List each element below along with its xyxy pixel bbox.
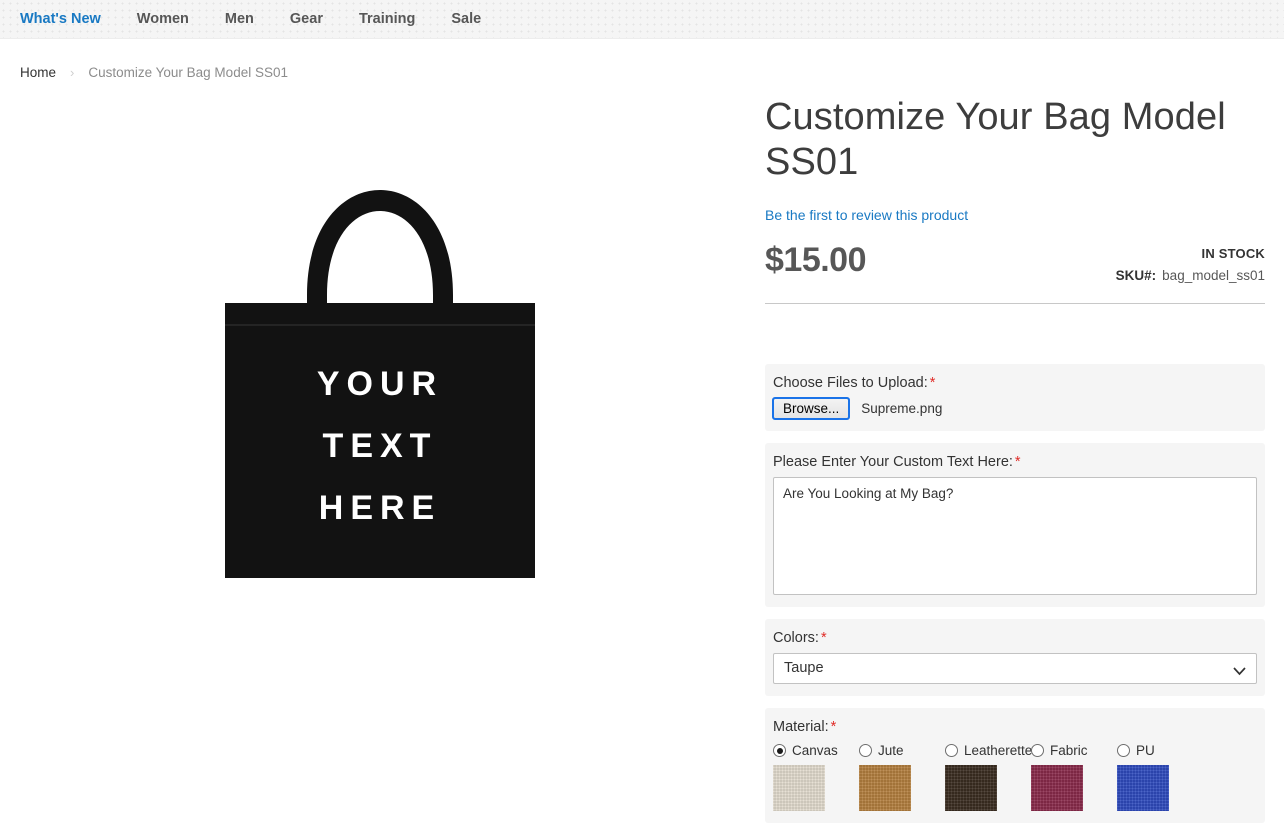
material-label-fabric: Fabric	[1050, 743, 1088, 759]
sku-label: SKU#:	[1115, 267, 1157, 283]
nav-item-training[interactable]: Training	[341, 0, 433, 38]
material-option-fabric[interactable]: Fabric	[1031, 742, 1103, 811]
material-option-canvas[interactable]: Canvas	[773, 742, 845, 811]
swatch-jute[interactable]	[859, 764, 911, 811]
required-asterisk: *	[830, 718, 837, 735]
radio-canvas[interactable]	[773, 744, 786, 758]
file-input-row: Browse... Supreme.png	[771, 396, 1257, 420]
colors-label: Colors: *	[773, 630, 1257, 646]
material-option-pu[interactable]: PU	[1117, 742, 1189, 811]
colors-select-wrapper: Taupe	[773, 652, 1257, 684]
breadcrumb-home-link[interactable]: Home	[20, 65, 56, 80]
sku-value: bag_model_ss01	[1162, 267, 1265, 283]
material-choice-list: Canvas Jute Leatherette Fabric PU	[773, 742, 1257, 811]
material-radio-row: Leatherette	[945, 742, 1032, 760]
tote-bag-image[interactable]: YOUR TEXT HERE	[215, 95, 545, 585]
material-label-text: Material:	[773, 718, 829, 735]
selected-file-name: Supreme.png	[861, 400, 943, 416]
file-upload-label-text: Choose Files to Upload:	[773, 374, 928, 391]
status-badge: IN STOCK	[1201, 245, 1265, 261]
colors-select[interactable]: Taupe	[773, 652, 1257, 684]
material-radio-row: Canvas	[773, 742, 845, 760]
option-colors: Colors: * Taupe	[765, 618, 1265, 696]
radio-fabric[interactable]	[1031, 744, 1044, 758]
required-asterisk: *	[820, 629, 827, 646]
option-custom-text: Please Enter Your Custom Text Here: *	[765, 442, 1265, 607]
sku-row: SKU#: bag_model_ss01	[1116, 268, 1265, 283]
page-title: Customize Your Bag Model SS01	[765, 96, 1226, 183]
bag-print-line-2: TEXT	[323, 427, 438, 465]
nav-item-men[interactable]: Men	[207, 0, 272, 38]
material-radio-row: PU	[1117, 742, 1189, 760]
bag-handle-left	[307, 190, 453, 310]
material-label-canvas: Canvas	[792, 743, 838, 759]
nav-item-gear[interactable]: Gear	[272, 0, 341, 38]
option-file-upload: Choose Files to Upload: * Browse... Supre…	[765, 363, 1265, 431]
write-review-link[interactable]: Be the first to review this product	[765, 207, 968, 223]
required-asterisk: *	[929, 374, 936, 391]
breadcrumb: Home › Customize Your Bag Model SS01	[20, 65, 288, 80]
info-divider	[765, 302, 1265, 304]
nav-item-sale[interactable]: Sale	[433, 0, 499, 38]
swatch-fabric[interactable]	[1031, 764, 1083, 811]
material-label-leatherette: Leatherette	[964, 743, 1033, 759]
custom-text-label: Please Enter Your Custom Text Here: *	[773, 454, 1257, 470]
custom-options-form: Choose Files to Upload: * Browse... Supre…	[765, 363, 1265, 823]
radio-pu[interactable]	[1117, 744, 1130, 758]
bag-print-line-1: YOUR	[317, 365, 443, 403]
material-option-leatherette[interactable]: Leatherette	[945, 742, 1032, 811]
option-material: Material: * Canvas Jute Leatherette Fabr…	[765, 707, 1265, 823]
swatch-leatherette[interactable]	[945, 764, 997, 811]
colors-label-text: Colors:	[773, 629, 819, 646]
main-navigation[interactable]: What's New Women Men Gear Training Sale	[0, 0, 1284, 39]
bag-print-line-3: HERE	[319, 489, 441, 527]
material-label: Material: *	[773, 719, 1257, 735]
swatch-canvas[interactable]	[773, 764, 825, 811]
breadcrumb-current-page: Customize Your Bag Model SS01	[88, 65, 288, 80]
material-option-jute[interactable]: Jute	[859, 742, 931, 811]
radio-leatherette[interactable]	[945, 744, 958, 758]
nav-item-whats-new[interactable]: What's New	[0, 0, 119, 38]
nav-item-women[interactable]: Women	[119, 0, 207, 38]
browse-button[interactable]: Browse...	[771, 396, 851, 420]
product-gallery: YOUR TEXT HERE	[0, 95, 760, 615]
nav-list: What's New Women Men Gear Training Sale	[0, 0, 1284, 38]
material-label-jute: Jute	[878, 743, 904, 759]
swatch-pu[interactable]	[1117, 764, 1169, 811]
material-radio-row: Jute	[859, 742, 931, 760]
file-upload-label: Choose Files to Upload: *	[773, 375, 1257, 391]
required-asterisk: *	[1014, 453, 1021, 470]
radio-jute[interactable]	[859, 744, 872, 758]
price-and-stock-row: $15.00 IN STOCK SKU#: bag_model_ss01	[765, 241, 1265, 293]
custom-text-input[interactable]	[773, 476, 1257, 595]
custom-text-label-text: Please Enter Your Custom Text Here:	[773, 453, 1013, 470]
breadcrumb-separator-icon: ›	[70, 65, 75, 80]
stock-info: IN STOCK SKU#: bag_model_ss01	[1116, 246, 1265, 283]
material-label-pu: PU	[1136, 743, 1155, 759]
product-price: $15.00	[765, 240, 867, 279]
product-info-column: Customize Your Bag Model SS01 Be the fir…	[765, 95, 1265, 835]
material-radio-row: Fabric	[1031, 742, 1103, 760]
